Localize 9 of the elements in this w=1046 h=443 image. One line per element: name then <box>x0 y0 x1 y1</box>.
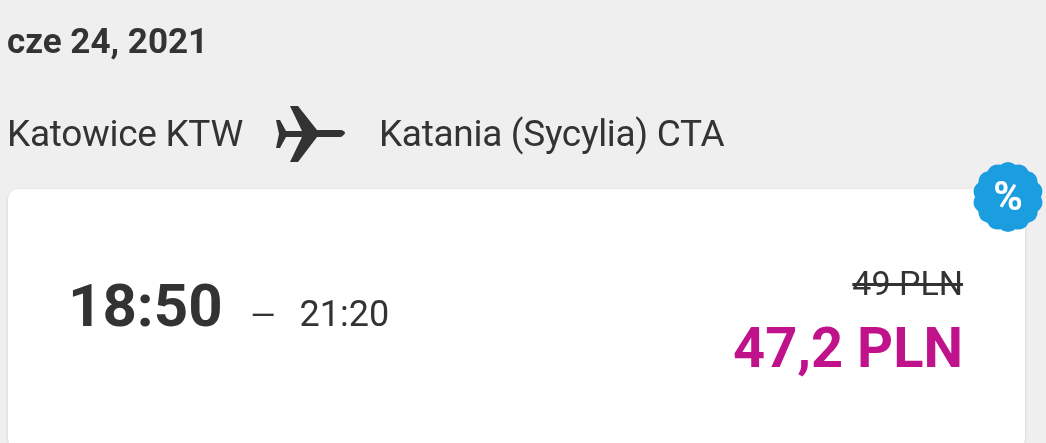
discount-badge: % <box>972 161 1044 233</box>
departure-time: 18:50 <box>68 269 223 343</box>
old-price: 49 PLN <box>852 262 963 305</box>
arrival-time: 21:20 <box>299 292 390 337</box>
price: 47,2 PLN <box>733 314 963 383</box>
date-heading: cze 24, 2021 <box>7 20 209 64</box>
origin-airport: Katowice KTW <box>7 111 243 158</box>
destination-airport: Katania (Sycylia) CTA <box>378 111 725 158</box>
time-separator: — <box>250 295 276 336</box>
